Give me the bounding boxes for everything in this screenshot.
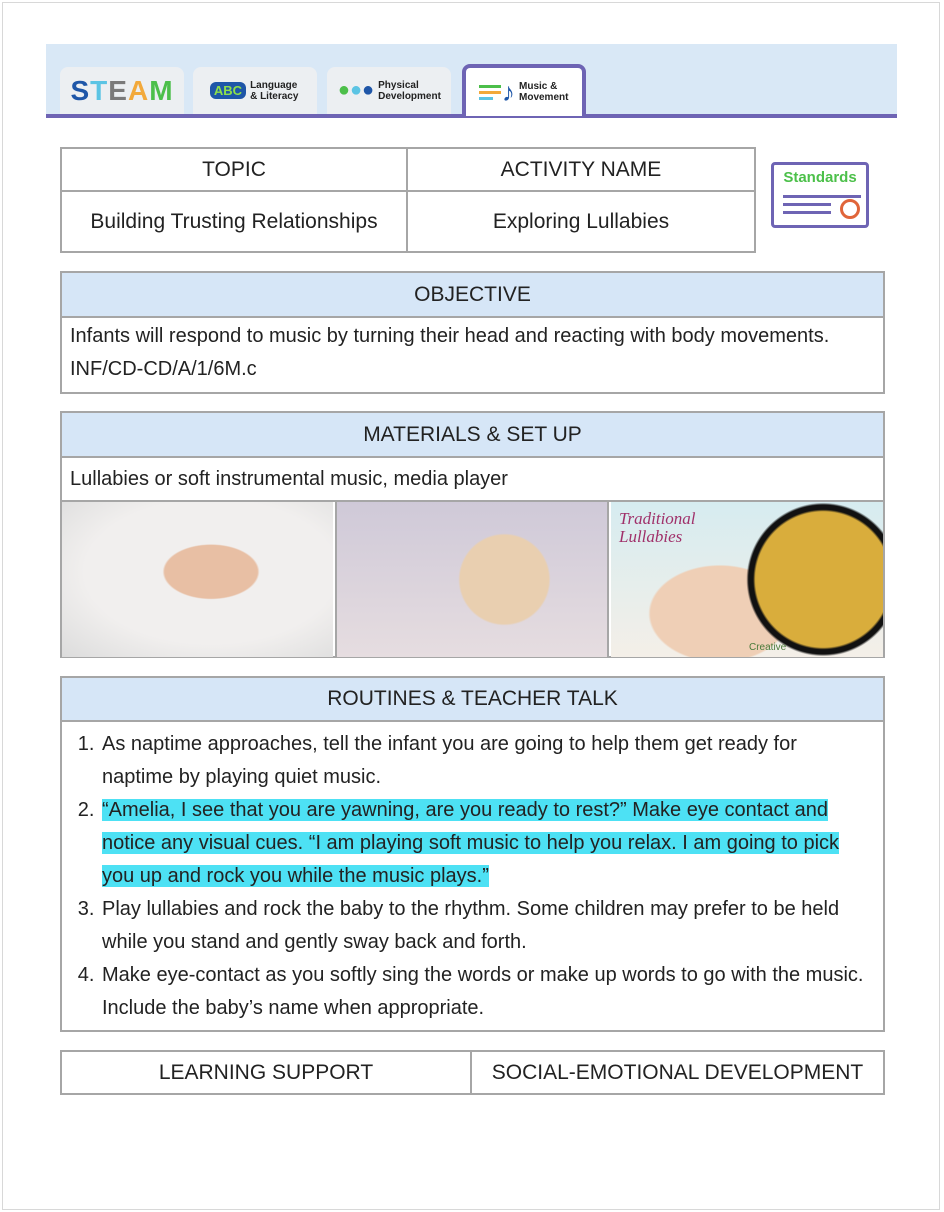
list-item: As naptime approaches, tell the infant y…	[100, 728, 873, 794]
materials-text: Lullabies or soft instrumental music, me…	[62, 458, 883, 502]
social-emotional-header: SOCIAL-EMOTIONAL DEVELOPMENT	[491, 1060, 864, 1084]
routines-list: As naptime approaches, tell the infant y…	[62, 722, 883, 1025]
routines-section: ROUTINES & TEACHER TALK As naptime appro…	[60, 676, 885, 1032]
standards-button[interactable]: Standards	[771, 162, 869, 228]
abc-icon: ABC	[209, 82, 247, 99]
ribbon-icon	[840, 199, 860, 219]
topic-value: Building Trusting Relationships	[62, 192, 408, 251]
music-note-icon: ♪	[479, 79, 515, 105]
list-item: Make eye-contact as you softly sing the …	[100, 959, 873, 1025]
materials-section: MATERIALS & SET UP Lullabies or soft ins…	[60, 411, 885, 658]
activity-value: Exploring Lullabies	[492, 209, 670, 233]
activity-header: ACTIVITY NAME	[408, 149, 754, 192]
cd-brand: Creative	[749, 642, 787, 653]
physical-development-icon: ●●●	[337, 79, 375, 101]
topic-header: TOPIC	[62, 149, 408, 192]
topic-activity-table: TOPIC ACTIVITY NAME Building Trusting Re…	[60, 147, 756, 253]
materials-header: MATERIALS & SET UP	[62, 413, 883, 458]
steam-logo: STEAM	[70, 75, 174, 106]
teddy-bear-headphones-photo	[335, 502, 609, 657]
tab-physical-development[interactable]: ●●● Physical Development	[327, 67, 451, 114]
category-tabs: STEAM ABC Language & Literacy ●●● Physic…	[46, 44, 897, 118]
objective-section: OBJECTIVE Infants will respond to music …	[60, 271, 885, 394]
list-item-text: As naptime approaches, tell the infant y…	[102, 733, 797, 788]
traditional-lullabies-cd-cover: Traditional Lullabies Creative	[611, 502, 883, 657]
list-item: “Amelia, I see that you are yawning, are…	[100, 794, 873, 893]
objective-header: OBJECTIVE	[62, 273, 883, 318]
objective-standard-code: INF/CD-CD/A/1/6M.c	[70, 358, 257, 380]
tab-label: Music & Movement	[519, 81, 569, 103]
list-item-text-highlighted: “Amelia, I see that you are yawning, are…	[102, 799, 840, 887]
tab-label: Physical Development	[378, 79, 441, 102]
cd-title: Traditional Lullabies	[619, 509, 696, 546]
sleeping-baby-photo	[62, 502, 333, 657]
list-item-text: Play lullabies and rock the baby to the …	[102, 898, 840, 953]
list-item-text: Make eye-contact as you softly sing the …	[102, 964, 864, 1019]
tab-label: Language & Literacy	[250, 79, 299, 102]
objective-text: Infants will respond to music by turning…	[70, 325, 830, 347]
list-item: Play lullabies and rock the baby to the …	[100, 893, 873, 959]
standards-label: Standards	[783, 169, 857, 186]
tab-language-literacy[interactable]: ABC Language & Literacy	[193, 67, 317, 114]
learning-support-header: LEARNING SUPPORT	[62, 1052, 472, 1093]
tab-music-movement[interactable]: ♪ Music & Movement	[462, 64, 586, 116]
tab-steam[interactable]: STEAM	[60, 67, 184, 114]
bottom-table: LEARNING SUPPORT SOCIAL-EMOTIONAL DEVELO…	[60, 1050, 885, 1095]
routines-header: ROUTINES & TEACHER TALK	[62, 678, 883, 722]
